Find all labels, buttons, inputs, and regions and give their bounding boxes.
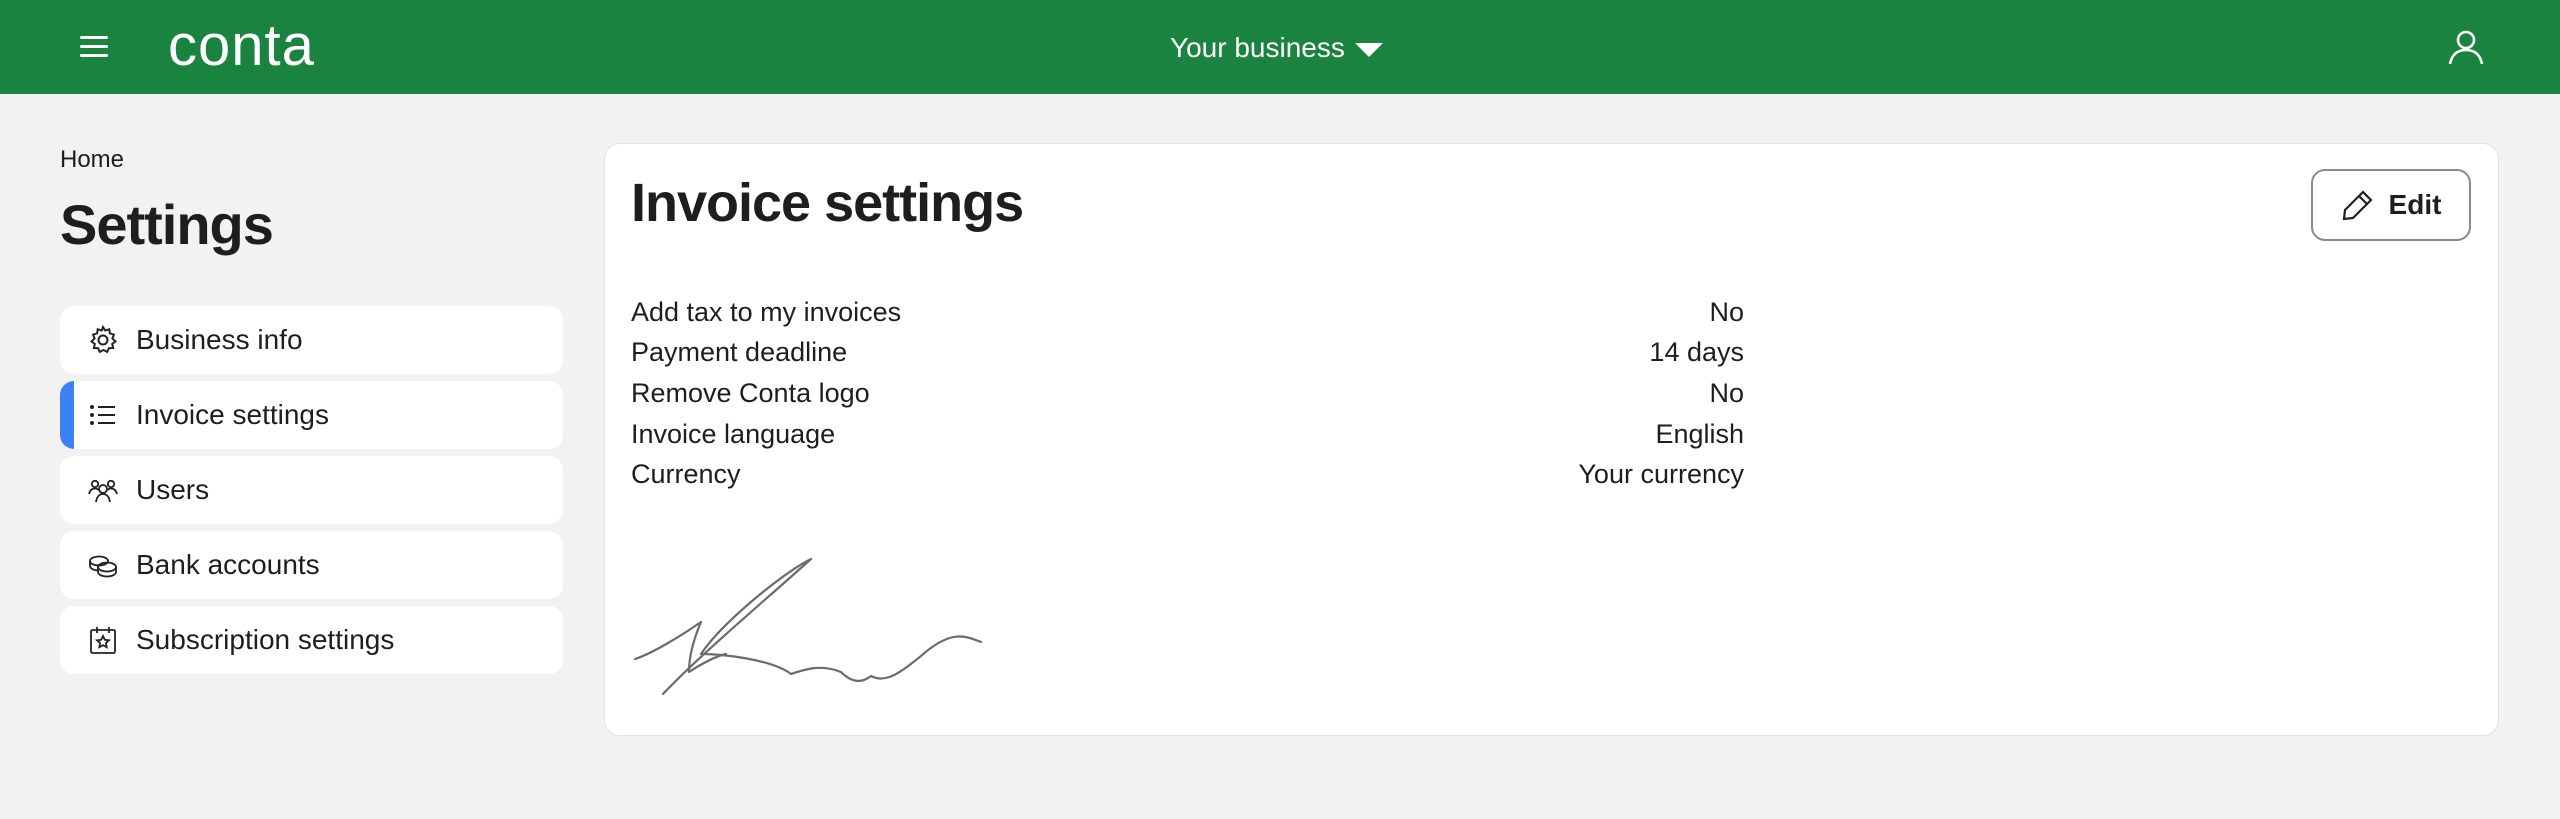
sidebar-item-label: Bank accounts (136, 549, 320, 580)
row-value: 14 days (1649, 337, 1744, 368)
sidebar-item-invoice-settings[interactable]: Invoice settings (60, 381, 563, 449)
row-label: Currency (631, 459, 741, 490)
pencil-icon (2342, 190, 2373, 221)
list-icon (90, 405, 115, 425)
row-label: Payment deadline (631, 337, 848, 368)
signature-image (633, 557, 983, 696)
settings-row: Currency Your currency (631, 454, 1744, 495)
row-value: English (1655, 418, 1744, 449)
breadcrumb[interactable]: Home (60, 146, 124, 174)
sidebar-item-bank-accounts[interactable]: Bank accounts (60, 531, 563, 599)
gear-icon (89, 325, 118, 354)
sidebar-item-label: Invoice settings (136, 399, 329, 430)
row-label: Add tax to my invoices (631, 296, 902, 327)
coins-icon (89, 555, 117, 578)
row-label: Remove Conta logo (631, 377, 870, 408)
business-switcher[interactable]: Your business (1170, 28, 1383, 68)
business-label: Your business (1170, 32, 1345, 63)
calendar-star-icon (90, 627, 116, 654)
row-value: No (1709, 296, 1744, 327)
hamburger-menu-icon[interactable] (76, 30, 114, 64)
sidebar-item-business-info[interactable]: Business info (60, 306, 563, 374)
row-label: Invoice language (631, 418, 836, 449)
sidebar-item-label: Subscription settings (136, 624, 395, 655)
edit-label: Edit (2388, 189, 2442, 220)
settings-row: Remove Conta logo No (631, 373, 1744, 414)
sidebar-item-users[interactable]: Users (60, 456, 563, 524)
sidebar-item-label: Business info (136, 324, 303, 355)
users-icon (88, 479, 118, 503)
edit-button[interactable]: Edit (2311, 169, 2471, 241)
user-icon[interactable] (2446, 27, 2486, 67)
settings-row: Add tax to my invoices No (631, 292, 1744, 333)
row-value: No (1709, 377, 1744, 408)
sidebar-item-label: Users (136, 474, 210, 505)
top-bar: conta Your business (0, 0, 2560, 94)
card-title: Invoice settings (631, 173, 1024, 233)
settings-row: Payment deadline 14 days (631, 333, 1744, 374)
settings-row: Invoice language English (631, 414, 1744, 455)
invoice-settings-card: Invoice settings Edit Add tax to my invo… (604, 143, 2499, 736)
sidebar-item-subscription-settings[interactable]: Subscription settings (60, 606, 563, 674)
settings-nav: Business info Invoice settings Users Ban… (60, 306, 563, 681)
conta-logo[interactable]: conta (168, 16, 315, 76)
page-title: Settings (60, 193, 274, 256)
settings-list: Add tax to my invoices No Payment deadli… (631, 292, 1744, 495)
caret-down-icon (1354, 42, 1383, 57)
row-value: Your currency (1578, 459, 1744, 490)
